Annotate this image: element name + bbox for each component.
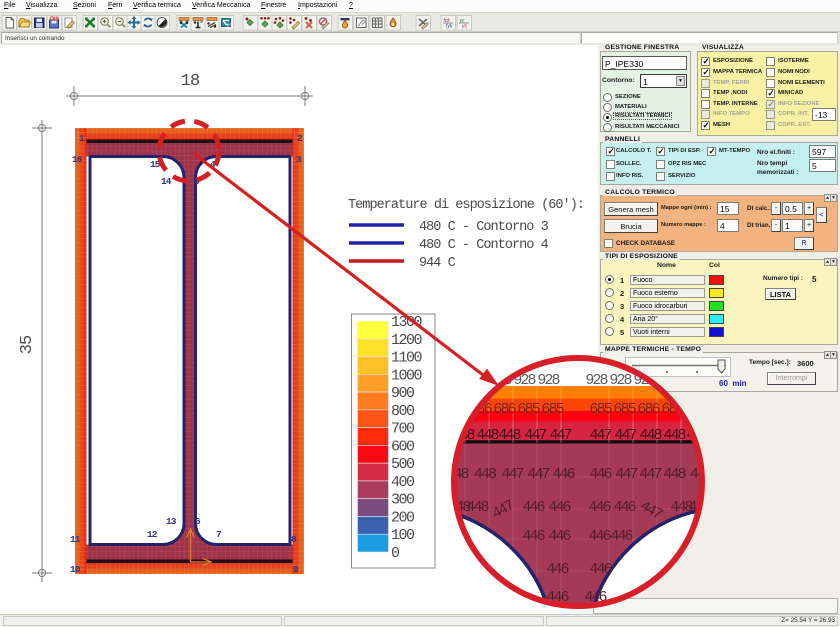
svg-text:447: 447 <box>589 427 611 444</box>
svg-text:448: 448 <box>446 466 469 483</box>
svg-text:686: 686 <box>493 401 516 418</box>
svg-text:685: 685 <box>589 401 612 418</box>
svg-text:446: 446 <box>548 499 571 516</box>
svg-text:446: 446 <box>589 466 612 483</box>
svg-text:447: 447 <box>527 466 549 483</box>
svg-text:14: 14 <box>161 176 172 187</box>
svg-text:685: 685 <box>541 401 564 418</box>
svg-text:1100: 1100 <box>391 350 423 367</box>
svg-text:448: 448 <box>498 427 521 444</box>
svg-text:Temperature di esposizione (60: Temperature di esposizione (60'): <box>348 198 584 213</box>
svg-text:447: 447 <box>524 427 546 444</box>
svg-text:446: 446 <box>588 528 611 545</box>
svg-text:35: 35 <box>18 335 37 354</box>
svg-text:447: 447 <box>615 466 637 483</box>
svg-text:686: 686 <box>445 401 468 418</box>
svg-text:DIS: DIS <box>50 17 60 23</box>
svg-text:68: 68 <box>689 401 705 418</box>
svg-text:446: 446 <box>588 499 611 516</box>
svg-text:600: 600 <box>391 438 415 455</box>
svg-text:448: 448 <box>663 466 686 483</box>
svg-text:800: 800 <box>391 403 415 420</box>
svg-text:500: 500 <box>391 456 415 473</box>
svg-text:928: 928 <box>537 372 560 389</box>
svg-text:900: 900 <box>391 385 415 402</box>
svg-text:12: 12 <box>147 529 158 540</box>
svg-text:400: 400 <box>391 474 415 491</box>
svg-text:685: 685 <box>517 401 540 418</box>
svg-text:447: 447 <box>549 427 571 444</box>
svg-text:300: 300 <box>391 492 415 509</box>
svg-text:685: 685 <box>613 401 636 418</box>
svg-text:446: 446 <box>546 561 569 578</box>
svg-text:944 C: 944 C <box>419 256 456 271</box>
svg-text:446: 446 <box>610 528 633 545</box>
svg-text:13: 13 <box>166 516 177 527</box>
svg-text:448: 448 <box>466 499 489 516</box>
svg-text:448: 448 <box>474 466 497 483</box>
svg-text:447: 447 <box>614 427 636 444</box>
svg-text:448: 448 <box>663 427 686 444</box>
svg-text:γs: γs <box>462 24 468 30</box>
svg-text:447: 447 <box>501 466 523 483</box>
svg-text:448: 448 <box>639 427 662 444</box>
svg-text:446: 446 <box>522 528 545 545</box>
svg-text:928: 928 <box>465 372 488 389</box>
svg-text:446: 446 <box>548 528 571 545</box>
svg-text:200: 200 <box>391 509 415 526</box>
svg-text:480 C - Contorno 4: 480 C - Contorno 4 <box>419 238 549 253</box>
svg-text:100: 100 <box>391 527 415 544</box>
svg-text:928: 928 <box>609 372 632 389</box>
svg-text:446: 446 <box>552 466 575 483</box>
svg-text:928: 928 <box>585 372 608 389</box>
svg-text:1200: 1200 <box>391 332 423 349</box>
svg-text:446: 446 <box>522 499 545 516</box>
svg-text:10: 10 <box>70 564 81 575</box>
svg-text:fyk: fyk <box>446 24 453 30</box>
svg-text:16: 16 <box>72 154 83 165</box>
svg-text:700: 700 <box>391 421 415 438</box>
svg-text:447: 447 <box>639 466 661 483</box>
svg-text:480 C - Contorno 3: 480 C - Contorno 3 <box>419 220 549 235</box>
svg-text:11: 11 <box>70 534 81 545</box>
svg-text:18: 18 <box>181 72 200 91</box>
svg-text:446: 446 <box>589 561 612 578</box>
svg-text:686: 686 <box>637 401 660 418</box>
svg-text:448: 448 <box>476 427 499 444</box>
svg-text:446: 446 <box>613 499 636 516</box>
svg-text:1000: 1000 <box>391 367 423 384</box>
